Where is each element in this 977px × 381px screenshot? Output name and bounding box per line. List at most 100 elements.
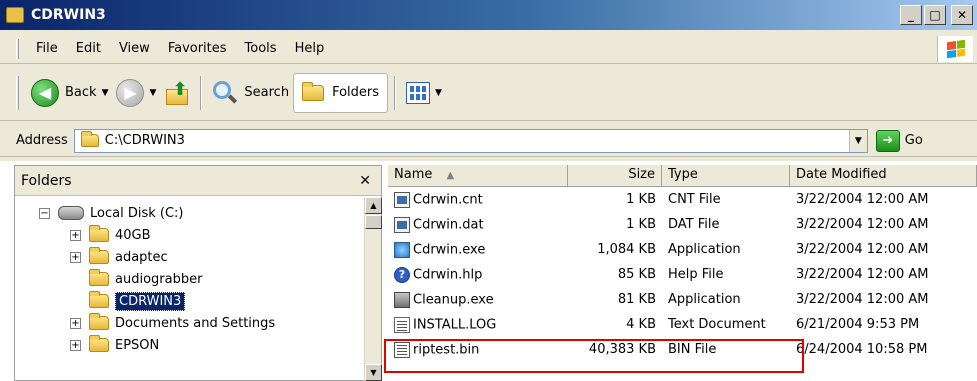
file-row[interactable]: Cdrwin.cnt 1 KB CNT File 3/22/2004 12:00… xyxy=(388,187,977,212)
explorer-window: CDRWIN3 _ □ ✕ File Edit View Favorites T… xyxy=(0,0,977,381)
scroll-down-icon[interactable]: ▼ xyxy=(365,364,382,381)
minimize-button[interactable]: _ xyxy=(900,5,922,25)
toolbar-separator xyxy=(394,75,397,110)
folder-icon xyxy=(89,225,109,242)
tree-item-documents-and-settings[interactable]: + Documents and Settings xyxy=(15,312,381,334)
address-value[interactable]: C:\CDRWIN3 xyxy=(105,133,185,148)
file-size: 1,084 KB xyxy=(597,242,656,257)
folders-pane-header: Folders ✕ xyxy=(15,166,381,196)
column-header-type[interactable]: Type xyxy=(662,165,790,186)
no-expander xyxy=(70,296,81,307)
file-type: Application xyxy=(668,242,741,257)
file-row[interactable]: Cdrwin.dat 1 KB DAT File 3/22/2004 12:00… xyxy=(388,212,977,237)
help-file-icon: ? xyxy=(394,266,410,283)
folders-icon xyxy=(302,81,325,101)
menu-tools[interactable]: Tools xyxy=(236,41,286,56)
close-button[interactable]: ✕ xyxy=(951,5,973,25)
column-header-name[interactable]: Name ▲ xyxy=(388,165,568,186)
up-folder-button[interactable]: ⬆ xyxy=(160,74,194,112)
file-size: 1 KB xyxy=(626,217,656,232)
file-date: 6/21/2004 9:53 PM xyxy=(796,317,920,332)
back-button[interactable]: ◀ Back ▼ xyxy=(27,74,112,112)
search-label: Search xyxy=(244,85,290,100)
expand-icon[interactable]: + xyxy=(70,251,81,263)
forward-dropdown-icon[interactable]: ▼ xyxy=(149,88,156,98)
file-type: CNT File xyxy=(668,192,721,207)
exe-app-icon xyxy=(394,241,410,258)
tree-item-label: Local Disk (C:) xyxy=(90,205,184,221)
title-bar[interactable]: CDRWIN3 _ □ ✕ xyxy=(0,0,977,30)
tree-item-label: adaptec xyxy=(115,249,168,265)
maximize-button[interactable]: □ xyxy=(924,5,946,25)
tree-item-40gb[interactable]: + 40GB xyxy=(15,224,381,246)
back-label: Back xyxy=(65,85,97,100)
content-area: Folders ✕ − Local Disk (C:) + 40GB + ada xyxy=(0,161,977,381)
address-label: Address xyxy=(16,133,68,148)
file-size: 81 KB xyxy=(617,292,656,307)
column-header-size[interactable]: Size xyxy=(568,165,662,186)
address-field[interactable]: C:\CDRWIN3 ▼ xyxy=(73,128,868,153)
window-controls: _ □ ✕ xyxy=(900,5,973,25)
menu-view[interactable]: View xyxy=(110,41,159,56)
up-folder-icon: ⬆ xyxy=(164,79,190,107)
folders-pane: Folders ✕ − Local Disk (C:) + 40GB + ada xyxy=(14,165,382,381)
expand-icon[interactable]: + xyxy=(70,317,81,329)
file-name: Cdrwin.hlp xyxy=(413,267,483,282)
folder-tree-scrollbar[interactable]: ▲ ▼ xyxy=(364,197,382,381)
menu-grip[interactable] xyxy=(16,38,19,59)
expand-icon[interactable]: + xyxy=(70,229,81,241)
tree-item-epson[interactable]: + EPSON xyxy=(15,334,381,356)
file-date: 6/24/2004 10:58 PM xyxy=(796,342,928,357)
file-name: Cdrwin.exe xyxy=(413,242,486,257)
back-arrow-icon: ◀ xyxy=(31,78,59,107)
folder-icon xyxy=(89,335,109,352)
close-folders-pane-icon[interactable]: ✕ xyxy=(359,173,371,189)
file-date: 3/22/2004 12:00 AM xyxy=(796,267,929,282)
toolbar-grip[interactable] xyxy=(16,75,19,110)
toolbar: ◀ Back ▼ ▶ ▼ ⬆ Search Folders ▼ xyxy=(0,65,977,121)
folder-tree: − Local Disk (C:) + 40GB + adaptec audio… xyxy=(15,196,381,356)
menu-favorites[interactable]: Favorites xyxy=(159,41,236,56)
tree-item-audiograbber[interactable]: audiograbber xyxy=(15,268,381,290)
forward-arrow-icon: ▶ xyxy=(116,78,145,107)
folder-icon xyxy=(89,269,109,286)
file-row[interactable]: Cdrwin.exe 1,084 KB Application 3/22/200… xyxy=(388,237,977,262)
expand-icon[interactable]: + xyxy=(70,339,81,351)
go-button[interactable]: ➜ Go xyxy=(875,129,923,152)
forward-button[interactable]: ▶ ▼ xyxy=(112,74,160,112)
tree-item-adaptec[interactable]: + adaptec xyxy=(15,246,381,268)
tree-item-label: 40GB xyxy=(115,227,151,243)
menu-help[interactable]: Help xyxy=(286,41,334,56)
back-dropdown-icon[interactable]: ▼ xyxy=(102,88,109,98)
search-button[interactable]: Search xyxy=(208,74,293,112)
file-date: 3/22/2004 12:00 AM xyxy=(796,192,929,207)
window-title: CDRWIN3 xyxy=(31,7,106,23)
collapse-icon[interactable]: − xyxy=(39,207,50,219)
tree-item-cdrwin3[interactable]: CDRWIN3 xyxy=(15,290,381,312)
scroll-up-icon[interactable]: ▲ xyxy=(365,197,382,214)
file-type: BIN File xyxy=(668,342,717,357)
file-row-highlighted[interactable]: riptest.bin 40,383 KB BIN File 6/24/2004… xyxy=(388,337,977,362)
views-button[interactable]: ▼ xyxy=(402,74,446,112)
file-row[interactable]: ? Cdrwin.hlp 85 KB Help File 3/22/2004 12… xyxy=(388,262,977,287)
tree-item-local-disk[interactable]: − Local Disk (C:) xyxy=(15,202,381,224)
file-date: 3/22/2004 12:00 AM xyxy=(796,217,929,232)
views-dropdown-icon[interactable]: ▼ xyxy=(435,88,442,98)
menu-edit[interactable]: Edit xyxy=(67,41,110,56)
no-expander xyxy=(70,274,81,285)
column-header-date-modified[interactable]: Date Modified xyxy=(790,165,977,186)
file-row[interactable]: Cleanup.exe 81 KB Application 3/22/2004 … xyxy=(388,287,977,312)
folders-pane-title: Folders xyxy=(21,172,72,189)
tree-item-label: Documents and Settings xyxy=(115,315,276,331)
folders-button[interactable]: Folders xyxy=(293,72,389,113)
tree-item-label: audiograbber xyxy=(115,271,203,287)
scroll-thumb[interactable] xyxy=(365,215,382,229)
address-bar: Address C:\CDRWIN3 ▼ ➜ Go xyxy=(0,125,977,157)
file-size: 85 KB xyxy=(617,267,656,282)
file-size: 40,383 KB xyxy=(588,342,656,357)
file-date: 3/22/2004 12:00 AM xyxy=(796,242,929,257)
address-dropdown-icon[interactable]: ▼ xyxy=(848,129,867,152)
file-type: Text Document xyxy=(668,317,766,332)
menu-file[interactable]: File xyxy=(27,41,67,56)
file-row[interactable]: INSTALL.LOG 4 KB Text Document 6/21/2004… xyxy=(388,312,977,337)
